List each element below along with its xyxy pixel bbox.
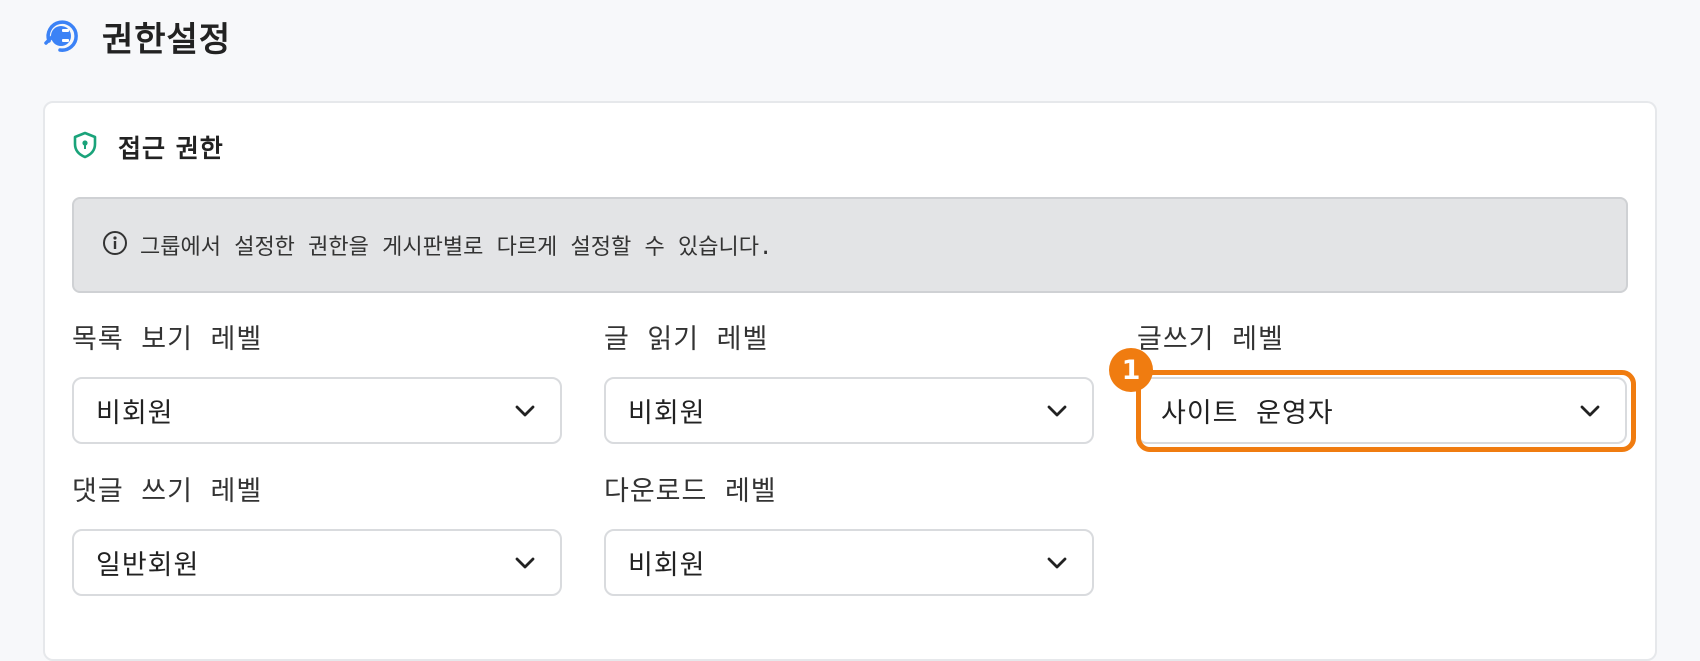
comment-level-field: 댓글 쓰기 레벨 일반회원 [72, 474, 562, 596]
write-level-label: 글쓰기 레벨 [1137, 324, 1284, 355]
comment-level-label: 댓글 쓰기 레벨 [72, 476, 263, 507]
download-level-value: 비회원 [628, 550, 706, 581]
section-title: 접근 권한 [118, 134, 224, 163]
chevron-down-icon [1047, 557, 1067, 568]
list-view-level-field: 목록 보기 레벨 비회원 [72, 322, 562, 444]
write-level-select[interactable]: 사이트 운영자 [1137, 377, 1627, 444]
chevron-down-icon [515, 557, 535, 568]
comment-level-value: 일반회원 [96, 550, 200, 581]
page-title: 권한설정 [102, 19, 232, 60]
plug-icon [40, 16, 80, 56]
comment-level-select[interactable]: 일반회원 [72, 529, 562, 596]
read-level-value: 비회원 [628, 398, 706, 429]
annotation-badge: 1 [1109, 348, 1153, 392]
download-level-label: 다운로드 레벨 [604, 476, 777, 507]
page-header: 권한설정 [40, 12, 231, 60]
read-level-field: 글 읽기 레벨 비회원 [604, 322, 1094, 444]
section-header: 접근 권한 [72, 131, 224, 163]
shield-lock-icon [72, 131, 98, 163]
download-level-select[interactable]: 비회원 [604, 529, 1094, 596]
download-level-field: 다운로드 레벨 비회원 [604, 474, 1094, 596]
info-icon [102, 230, 128, 260]
read-level-select[interactable]: 비회원 [604, 377, 1094, 444]
info-notice: 그룹에서 설정한 권한을 게시판별로 다르게 설정할 수 있습니다. [72, 197, 1628, 293]
read-level-label: 글 읽기 레벨 [604, 324, 769, 355]
chevron-down-icon [515, 405, 535, 416]
list-view-level-label: 목록 보기 레벨 [72, 324, 263, 355]
list-view-level-select[interactable]: 비회원 [72, 377, 562, 444]
write-level-field: 글쓰기 레벨 사이트 운영자 [1137, 322, 1627, 444]
write-level-value: 사이트 운영자 [1161, 398, 1334, 429]
notice-text: 그룹에서 설정한 권한을 게시판별로 다르게 설정할 수 있습니다. [140, 235, 773, 260]
chevron-down-icon [1047, 405, 1067, 416]
list-view-level-value: 비회원 [96, 398, 174, 429]
chevron-down-icon [1580, 405, 1600, 416]
